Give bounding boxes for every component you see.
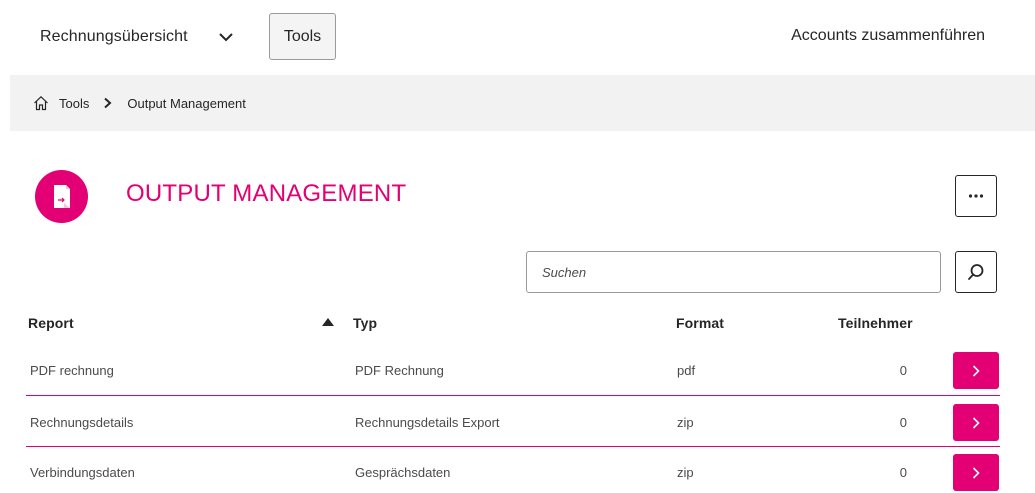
search-icon: [968, 264, 984, 280]
table-row[interactable]: Rechnungsdetails Rechnungsdetails Export…: [0, 398, 1035, 447]
open-report-button[interactable]: [953, 404, 999, 441]
row-divider: [26, 446, 1000, 447]
breadcrumb: Tools Output Management: [10, 75, 1035, 131]
search-button[interactable]: [955, 251, 997, 293]
chevron-right-icon: [972, 364, 980, 377]
chevron-right-icon: [972, 466, 980, 479]
report-cell: PDF rechnung: [30, 363, 114, 378]
teilnehmer-cell: 0: [899, 363, 907, 378]
column-header-report[interactable]: Report: [28, 315, 74, 331]
typ-cell: Rechnungsdetails Export: [355, 415, 500, 430]
breadcrumb-current: Output Management: [127, 95, 246, 111]
accounts-zusammenfuehren-link[interactable]: Accounts zusammenführen: [791, 27, 985, 45]
format-cell: pdf: [677, 363, 696, 378]
document-export-icon: [35, 170, 88, 223]
search-input[interactable]: [526, 251, 941, 293]
column-header-format[interactable]: Format: [676, 315, 724, 331]
dropdown-label: Rechnungsübersicht: [40, 28, 188, 45]
column-header-typ[interactable]: Typ: [353, 315, 377, 331]
open-report-button[interactable]: [953, 352, 999, 389]
table-row[interactable]: Verbindungsdaten Gesprächsdaten zip 0: [0, 448, 1035, 493]
chevron-right-icon: [972, 416, 980, 429]
more-options-button[interactable]: [955, 175, 997, 217]
page-title: OUTPUT MANAGEMENT: [126, 180, 407, 207]
rechnungsuebersicht-dropdown[interactable]: Rechnungsübersicht: [40, 22, 188, 52]
format-cell: zip: [677, 415, 694, 430]
row-divider: [26, 395, 1000, 396]
report-cell: Rechnungsdetails: [30, 415, 134, 430]
report-cell: Verbindungsdaten: [30, 465, 135, 480]
sort-ascending-icon[interactable]: [321, 317, 335, 327]
typ-cell: Gesprächsdaten: [355, 465, 451, 480]
breadcrumb-tools-link[interactable]: Tools: [59, 96, 89, 111]
teilnehmer-cell: 0: [899, 415, 907, 430]
table-row[interactable]: PDF rechnung PDF Rechnung pdf 0: [0, 346, 1035, 395]
home-icon[interactable]: [33, 95, 49, 111]
tools-button[interactable]: Tools: [269, 13, 336, 60]
top-navigation: Rechnungsübersicht Tools Accounts zusamm…: [0, 0, 1035, 75]
chevron-right-icon: [104, 97, 112, 109]
typ-cell: PDF Rechnung: [355, 363, 444, 378]
format-cell: zip: [677, 465, 694, 480]
column-header-teilnehmer[interactable]: Teilnehmer: [838, 315, 913, 331]
chevron-down-icon[interactable]: [218, 29, 234, 45]
more-horizontal-icon: [968, 194, 984, 198]
open-report-button[interactable]: [953, 454, 999, 491]
teilnehmer-cell: 0: [899, 465, 907, 480]
